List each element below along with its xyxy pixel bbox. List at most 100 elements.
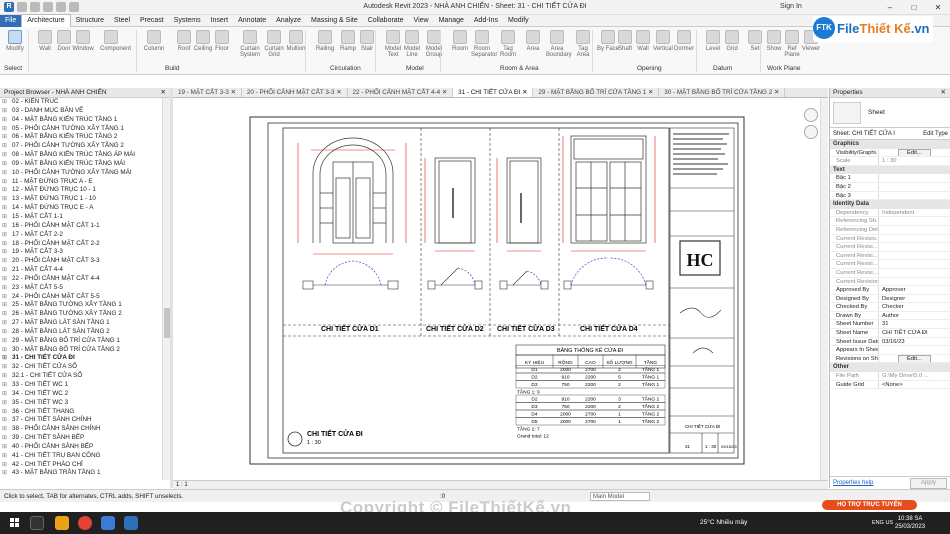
property-row[interactable]: Checked By Checker — [830, 303, 950, 312]
steering-wheel-icon[interactable] — [804, 108, 818, 122]
browser-item[interactable]: 40 - PHỐI CẢNH SẢNH BẾP — [0, 443, 162, 452]
zoom-icon[interactable] — [804, 125, 818, 139]
property-value[interactable]: 1 : 30 — [878, 157, 950, 165]
property-value[interactable] — [878, 260, 950, 268]
ribbon-group-label[interactable]: Opening — [637, 65, 662, 72]
property-value[interactable]: <None> — [878, 380, 950, 389]
view-tab[interactable]: 29 - MẶT BẰNG BỐ TRÍ CỬA TẦNG 1 ✕ — [533, 88, 660, 97]
drawing-area[interactable]: CHI TIẾT CỬA D1 CHI TIẾT CỬA D2 CHI TIẾT… — [173, 98, 828, 480]
property-row[interactable]: Dependency Independent — [830, 208, 950, 218]
property-row[interactable]: Drawn By Author — [830, 311, 950, 321]
property-row[interactable]: Current Revisi... — [830, 268, 950, 278]
tab-close-icon[interactable]: ✕ — [646, 89, 653, 96]
property-row[interactable]: Bậc 3 — [830, 191, 950, 201]
property-value[interactable] — [878, 277, 950, 286]
property-category[interactable]: Text — [830, 165, 950, 175]
property-row[interactable]: Designed By Designer — [830, 294, 950, 304]
edit-button[interactable]: Edit... — [898, 354, 931, 363]
property-value[interactable] — [878, 182, 950, 191]
browser-item[interactable]: 06 - MẶT BẰNG KIẾN TRÚC TẦNG 2 — [0, 133, 162, 142]
browser-item[interactable]: 29 - MẶT BẰNG BỐ TRÍ CỬA TẦNG 1 — [0, 337, 162, 346]
language-indicator[interactable]: ENG US — [872, 512, 893, 534]
property-value[interactable] — [878, 191, 950, 200]
property-value[interactable] — [878, 346, 950, 354]
browser-item[interactable]: 04 - MẶT BẰNG KIẾN TRÚC TẦNG 1 — [0, 116, 162, 125]
property-row[interactable]: Appears In Shee... — [830, 346, 950, 355]
browser-item[interactable]: 23 - MẶT CẮT 5-5 — [0, 284, 162, 293]
view-tab[interactable]: 20 - PHỐI CẢNH MẶT CẮT 3-3 ✕ — [241, 88, 348, 97]
browser-item[interactable]: 41 - CHI TIẾT TRỤ BAN CÔNG — [0, 452, 162, 461]
close-icon[interactable]: ✕ — [941, 88, 946, 98]
zalo-icon[interactable] — [101, 516, 115, 530]
ribbon-button-17[interactable]: Model Line — [401, 30, 423, 58]
property-value[interactable]: Author — [878, 311, 950, 320]
property-row[interactable]: Current Revisi... — [830, 260, 950, 269]
properties-help-link[interactable]: Properties help — [833, 480, 873, 486]
property-row[interactable]: Scale 1 : 30 — [830, 157, 950, 166]
search-icon[interactable] — [30, 516, 44, 530]
view-tab[interactable]: 30 - MẶT BẰNG BỐ TRÍ CỬA TẦNG 2 ✕ — [659, 88, 786, 97]
ribbon-tab-1[interactable]: File — [0, 14, 22, 27]
view-scrollbar[interactable] — [820, 98, 828, 480]
property-value[interactable] — [878, 234, 950, 243]
ribbon-button-1[interactable]: Modify — [4, 30, 26, 52]
ribbon-button-13[interactable]: Railing — [314, 30, 336, 52]
ribbon-group-label[interactable]: Work Plane — [767, 65, 800, 72]
property-value[interactable] — [878, 174, 950, 182]
browser-item[interactable]: 27 - MẶT BẰNG LÁT SÀN TẦNG 1 — [0, 319, 162, 328]
ribbon-tab-14[interactable]: Add-Ins — [469, 15, 503, 27]
tab-close-icon[interactable]: ✕ — [440, 89, 447, 96]
ribbon-tab-8[interactable]: Annotate — [233, 15, 271, 27]
property-value[interactable] — [878, 217, 950, 225]
property-category[interactable]: Other — [830, 363, 950, 373]
ribbon-button-28[interactable]: Vertical — [652, 30, 674, 52]
close-icon[interactable]: ✕ — [161, 88, 166, 98]
ribbon-group-label[interactable]: Select — [4, 65, 22, 72]
property-value[interactable]: Designer — [878, 294, 950, 303]
browser-item[interactable]: 28 - MẶT BẰNG LÁT SÀN TẦNG 2 — [0, 328, 162, 337]
browser-item[interactable]: 32.1 - CHI TIẾT CỬA SỔ — [0, 372, 162, 381]
ribbon-tab-13[interactable]: Manage — [434, 15, 469, 27]
ribbon-group-label[interactable]: Model — [406, 65, 424, 72]
tab-close-icon[interactable]: ✕ — [772, 89, 779, 96]
apply-button[interactable]: Apply — [909, 478, 947, 489]
property-value[interactable]: Edit... — [878, 148, 950, 157]
ribbon-button-19[interactable]: Room — [449, 30, 471, 52]
weather-widget[interactable]: 25°C Nhiều mây — [700, 512, 747, 534]
ribbon-group-label[interactable]: Build — [165, 65, 179, 72]
ribbon-tab-3[interactable]: Structure — [71, 15, 109, 27]
browser-item[interactable]: 14 - MẶT ĐỨNG TRỤC E - A — [0, 204, 162, 213]
property-value[interactable]: 03/16/23 — [878, 337, 950, 346]
property-row[interactable]: Current Revision — [830, 277, 950, 287]
ribbon-tab-15[interactable]: Modify — [503, 15, 534, 27]
browser-item[interactable]: 17 - MẶT CẮT 2-2 — [0, 231, 162, 240]
browser-item[interactable]: 02 - KIẾN TRÚC — [0, 98, 162, 107]
ribbon-tab-11[interactable]: Collaborate — [363, 15, 409, 27]
browser-item[interactable]: 32 - CHI TIẾT CỬA SỔ — [0, 363, 162, 372]
property-value[interactable]: 31 — [878, 320, 950, 329]
edit-button[interactable]: Edit... — [898, 148, 931, 157]
ribbon-tab-12[interactable]: View — [409, 15, 434, 27]
property-value[interactable]: Checker — [878, 303, 950, 311]
property-value[interactable] — [878, 225, 950, 234]
browser-item[interactable]: 31 - CHI TIẾT CỬA ĐI — [0, 354, 162, 363]
clock[interactable]: 10:38 SA 25/03/2023 — [895, 515, 925, 531]
property-row[interactable]: Bậc 2 — [830, 182, 950, 192]
browser-item[interactable]: 34 - CHI TIẾT WC 2 — [0, 390, 162, 399]
view-tab[interactable]: 22 - PHỐI CẢNH MẶT CẮT 4-4 ✕ — [347, 88, 454, 97]
tab-close-icon[interactable]: ✕ — [334, 89, 341, 96]
browser-item[interactable]: 37 - CHI TIẾT SẢNH CHÍNH — [0, 416, 162, 425]
property-row[interactable]: Bậc 1 — [830, 174, 950, 183]
file-explorer-icon[interactable] — [55, 516, 69, 530]
property-row[interactable]: Referencing Sh... — [830, 217, 950, 226]
browser-item[interactable]: 10 - PHỐI CẢNH TƯỜNG XÂY TẦNG MÁI — [0, 169, 162, 178]
browser-item[interactable]: 38 - PHỐI CẢNH SẢNH CHÍNH — [0, 425, 162, 434]
property-row[interactable]: Approved By Approver — [830, 286, 950, 295]
property-category[interactable]: Identity Data — [830, 200, 950, 209]
ribbon-tab-4[interactable]: Steel — [109, 15, 135, 27]
ribbon-tab-6[interactable]: Systems — [169, 15, 206, 27]
ribbon-button-27[interactable]: Wall — [632, 30, 654, 52]
browser-item[interactable]: 21 - MẶT CẮT 4-4 — [0, 266, 162, 275]
ribbon-group-label[interactable]: Datum — [713, 65, 732, 72]
browser-item[interactable]: 12 - MẶT ĐỨNG TRỤC 10 - 1 — [0, 186, 162, 195]
